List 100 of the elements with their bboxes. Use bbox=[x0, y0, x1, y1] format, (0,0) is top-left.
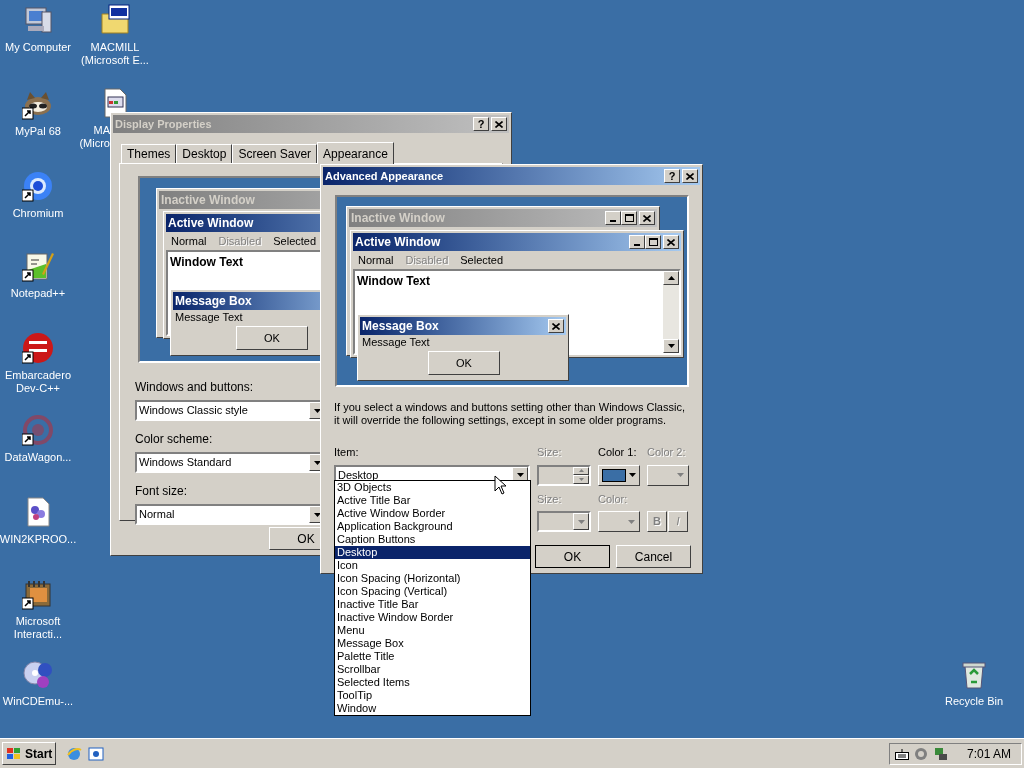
computer-icon[interactable] bbox=[22, 4, 54, 36]
tab[interactable]: Themes bbox=[121, 144, 177, 163]
message-text: Message Text bbox=[361, 335, 431, 349]
window-title: Active Window bbox=[355, 234, 441, 251]
list-option[interactable]: Menu bbox=[335, 624, 530, 637]
field-label: Size: bbox=[537, 491, 563, 507]
window-title: Message Box bbox=[175, 293, 252, 310]
minimize-button[interactable] bbox=[629, 235, 645, 249]
color-picker-button[interactable] bbox=[598, 464, 640, 486]
field-value: Windows Classic style bbox=[138, 403, 248, 419]
ring-icon[interactable] bbox=[22, 414, 54, 446]
list-option[interactable]: Active Title Bar bbox=[335, 494, 530, 507]
window-title: Advanced Appearance bbox=[325, 168, 444, 184]
field-label: Item: bbox=[334, 445, 360, 460]
minimize-button[interactable] bbox=[605, 211, 621, 225]
list-option[interactable]: Inactive Title Bar bbox=[335, 598, 530, 611]
menu-item[interactable]: Normal bbox=[358, 251, 394, 269]
down-arrow-icon bbox=[667, 344, 675, 348]
window-text: Window Text bbox=[169, 254, 243, 271]
icon-label: Recycle Bin bbox=[944, 695, 1004, 708]
list-option[interactable]: Window bbox=[335, 702, 530, 715]
ok-button[interactable]: OK bbox=[535, 545, 610, 568]
window-title: Inactive Window bbox=[161, 192, 255, 209]
tab[interactable]: Desktop bbox=[176, 144, 233, 163]
field-label: Font size: bbox=[135, 483, 188, 500]
close-icon bbox=[686, 172, 694, 180]
cd-icon[interactable] bbox=[22, 658, 54, 690]
tab[interactable]: Screen Saver bbox=[232, 144, 318, 163]
list-option[interactable]: Scrollbar bbox=[335, 663, 530, 676]
list-option[interactable]: Icon Spacing (Horizontal) bbox=[335, 572, 530, 585]
scroll-up-button[interactable] bbox=[663, 271, 679, 285]
scrollbar[interactable] bbox=[663, 271, 679, 353]
icon-label: Microsoft bbox=[15, 615, 61, 628]
notepad-icon[interactable] bbox=[22, 250, 54, 282]
size-spinner[interactable] bbox=[537, 464, 591, 486]
close-icon bbox=[643, 214, 651, 222]
close-button[interactable] bbox=[491, 117, 507, 131]
caret-icon bbox=[313, 512, 321, 517]
dropdown-field[interactable] bbox=[537, 511, 591, 532]
icon-label: (Microsoft E... bbox=[81, 54, 149, 67]
field-label: Color 1: bbox=[598, 445, 638, 460]
icon-label: MyPal 68 bbox=[15, 125, 61, 138]
help-button[interactable]: ? bbox=[473, 117, 489, 131]
down-arrow-icon bbox=[578, 477, 584, 481]
close-icon bbox=[495, 120, 503, 128]
icon-label: Chromium bbox=[12, 207, 64, 220]
cancel-button[interactable]: Cancel bbox=[616, 545, 691, 568]
icon-label: Dev-C++ bbox=[15, 382, 60, 395]
browser-icon[interactable] bbox=[22, 170, 54, 202]
close-button[interactable] bbox=[663, 235, 679, 249]
up-arrow-icon bbox=[667, 276, 675, 280]
list-option[interactable]: Inactive Window Border bbox=[335, 611, 530, 624]
icon-label: MA bbox=[93, 124, 110, 137]
windows-logo-icon bbox=[6, 746, 22, 761]
list-option[interactable]: Icon Spacing (Vertical) bbox=[335, 585, 530, 598]
scroll-down-button[interactable] bbox=[663, 339, 679, 353]
close-icon bbox=[667, 238, 675, 246]
menu-item[interactable]: Normal bbox=[171, 232, 207, 250]
list-option[interactable]: ToolTip bbox=[335, 689, 530, 702]
list-option[interactable]: Message Box bbox=[335, 637, 530, 650]
icon-label: Embarcadero bbox=[4, 369, 71, 382]
caret-icon bbox=[629, 473, 636, 477]
message-text: Message Text bbox=[174, 310, 244, 324]
color-picker-button[interactable] bbox=[647, 464, 689, 486]
menu-item[interactable]: Selected bbox=[460, 251, 504, 269]
ok-button[interactable]: OK bbox=[428, 351, 500, 375]
start-button[interactable]: Start bbox=[2, 742, 57, 765]
field-value: Desktop bbox=[337, 467, 379, 483]
keyboard-icon[interactable] bbox=[894, 747, 909, 760]
menu-item[interactable]: Selected bbox=[273, 232, 317, 250]
close-icon bbox=[552, 322, 560, 330]
notebook-icon[interactable] bbox=[22, 578, 54, 610]
field-label: Color scheme: bbox=[135, 431, 213, 448]
list-option[interactable]: Selected Items bbox=[335, 676, 530, 689]
list-option[interactable]: Active Window Border bbox=[335, 507, 530, 520]
list-option[interactable]: Icon bbox=[335, 559, 530, 572]
ok-button[interactable]: OK bbox=[236, 326, 308, 350]
list-option[interactable]: Palette Title bbox=[335, 650, 530, 663]
close-button[interactable] bbox=[682, 169, 698, 183]
field-value: Windows Standard bbox=[138, 455, 232, 471]
maximize-button[interactable] bbox=[645, 235, 661, 249]
up-arrow-icon bbox=[578, 469, 584, 472]
close-button[interactable] bbox=[548, 319, 564, 333]
help-button[interactable]: ? bbox=[664, 169, 680, 183]
maximize-button[interactable] bbox=[621, 211, 637, 225]
maximize-icon bbox=[624, 214, 634, 222]
caret-icon bbox=[577, 519, 585, 524]
field-label: Color: bbox=[598, 491, 629, 507]
caret-icon bbox=[516, 473, 524, 477]
caret-icon bbox=[628, 519, 635, 524]
window-title: Inactive Window bbox=[351, 210, 445, 227]
icon-label: Notepad++ bbox=[10, 287, 66, 300]
close-button[interactable] bbox=[639, 211, 655, 225]
caret-icon bbox=[313, 408, 321, 413]
color-picker-button[interactable] bbox=[598, 511, 640, 532]
icon-label: (Micro bbox=[79, 137, 110, 150]
list-option[interactable]: Desktop bbox=[335, 546, 530, 559]
tab[interactable]: Appearance bbox=[317, 142, 394, 164]
icon-label: DataWagon... bbox=[4, 451, 72, 464]
field-value: Normal bbox=[138, 507, 175, 523]
